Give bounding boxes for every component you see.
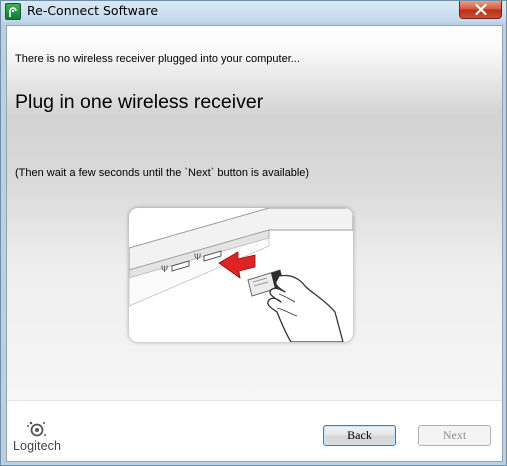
footer-divider	[7, 400, 502, 401]
plug-in-receiver-illustration: Ψ Ψ	[129, 208, 353, 342]
close-button[interactable]	[459, 1, 502, 19]
title-bar[interactable]: Re-Connect Software	[1, 1, 506, 22]
logitech-logo: Logitech	[13, 420, 73, 458]
next-button[interactable]: Next	[418, 425, 491, 446]
hint-text: (Then wait a few seconds until the `Next…	[15, 167, 310, 179]
app-window: Re-Connect Software There is no wireless…	[0, 0, 507, 466]
svg-text:Ψ: Ψ	[161, 265, 168, 275]
app-icon[interactable]	[5, 3, 21, 20]
dialog-client: There is no wireless receiver plugged in…	[6, 25, 503, 462]
intro-text: There is no wireless receiver plugged in…	[15, 53, 300, 65]
back-button[interactable]: Back	[323, 425, 396, 446]
page-heading: Plug in one wireless receiver	[15, 91, 264, 113]
svg-text:Ψ: Ψ	[194, 253, 201, 263]
close-icon	[475, 4, 487, 15]
logo-text: Logitech	[13, 439, 62, 453]
window-title: Re-Connect Software	[27, 3, 159, 18]
logitech-swirl-icon	[27, 421, 46, 437]
content-panel: There is no wireless receiver plugged in…	[7, 26, 502, 400]
